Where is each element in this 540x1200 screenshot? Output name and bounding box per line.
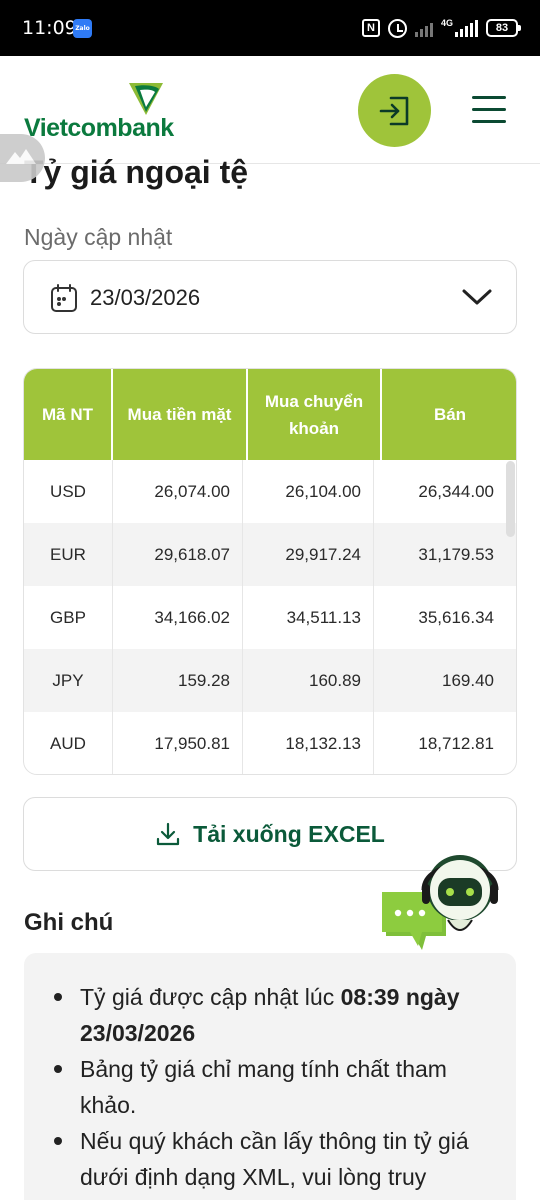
date-value: 23/03/2026: [90, 285, 201, 310]
cash-buy-rate: 29,618.07: [113, 523, 243, 586]
exchange-rate-table: Mã NT Mua tiền mặt Mua chuyển khoản Bán …: [23, 368, 517, 775]
transfer-buy-rate: 29,917.24: [243, 523, 374, 586]
date-label: Ngày cập nhật: [24, 224, 173, 250]
column-header-cash: Mua tiền mặt: [113, 369, 248, 460]
calendar-icon: [51, 284, 77, 312]
logo-mark-icon: [129, 83, 163, 115]
app-header: Vietcombank: [0, 56, 540, 164]
table-row: JPY 159.28 160.89 169.40: [24, 649, 516, 712]
zalo-icon: Zalo: [73, 19, 92, 38]
note-update-text: Tỷ giá được cập nhật lúc: [80, 984, 341, 1010]
transfer-buy-rate: 34,511.13: [243, 586, 374, 649]
note-item: Nếu quý khách cần lấy thông tin tỷ giá d…: [54, 1123, 496, 1195]
status-icons: N 4G 83: [361, 16, 521, 40]
mountain-icon: [6, 149, 36, 164]
currency-code: GBP: [24, 586, 113, 649]
chatbot-icon: [382, 855, 499, 950]
wifi-signal-icon: [414, 19, 433, 37]
login-icon: [379, 96, 408, 125]
sell-rate: 35,616.34: [418, 607, 494, 627]
sell-rate: 26,344.00: [418, 481, 494, 501]
table-header: Mã NT Mua tiền mặt Mua chuyển khoản Bán: [24, 369, 516, 460]
column-header-transfer: Mua chuyển khoản: [248, 369, 382, 460]
cash-buy-rate: 17,950.81: [113, 712, 243, 774]
login-button[interactable]: [358, 74, 431, 147]
transfer-buy-rate: 18,132.13: [243, 712, 374, 774]
transfer-buy-rate: 26,104.00: [243, 460, 374, 523]
vietcombank-logo[interactable]: Vietcombank: [24, 80, 184, 142]
status-bar: 11:09 Zalo N 4G 83: [0, 0, 540, 56]
note-item: Bảng tỷ giá chỉ mang tính chất tham khảo…: [54, 1051, 496, 1123]
alarm-icon: [387, 18, 407, 38]
currency-code: EUR: [24, 523, 113, 586]
page-title: Tỷ giá ngoại tệ: [24, 154, 249, 190]
hamburger-menu-button[interactable]: [470, 94, 510, 126]
battery-icon: 83: [486, 19, 521, 37]
date-select[interactable]: 23/03/2026: [23, 260, 517, 334]
notes-box: Tỷ giá được cập nhật lúc 08:39 ngày 23/0…: [24, 953, 516, 1200]
column-header-sell: Bán: [433, 405, 467, 424]
cash-buy-rate: 159.28: [113, 649, 243, 712]
network-type: 4G: [440, 18, 453, 28]
side-panel-tab[interactable]: [0, 134, 45, 182]
notes-list: Tỷ giá được cập nhật lúc 08:39 ngày 23/0…: [54, 979, 496, 1195]
cash-buy-rate: 34,166.02: [113, 586, 243, 649]
note-item: Tỷ giá được cập nhật lúc 08:39 ngày 23/0…: [54, 979, 496, 1051]
status-time: 11:09: [22, 17, 77, 39]
table-row: AUD 17,950.81 18,132.13 18,712.81: [24, 712, 516, 774]
currency-code: USD: [24, 460, 113, 523]
cell-signal-icon: [455, 19, 478, 37]
sell-rate: 31,179.53: [418, 544, 494, 564]
sell-rate: 18,712.81: [418, 733, 494, 753]
nfc-icon: N: [361, 19, 380, 37]
table-row: EUR 29,618.07 29,917.24 31,179.53: [24, 523, 516, 586]
chevron-down-icon: [462, 289, 492, 305]
currency-code: AUD: [24, 712, 113, 774]
sell-rate: 169.40: [442, 670, 494, 690]
table-body: USD 26,074.00 26,104.00 26,344.00 EUR 29…: [24, 460, 516, 774]
transfer-buy-rate: 160.89: [243, 649, 374, 712]
table-row: GBP 34,166.02 34,511.13 35,616.34: [24, 586, 516, 649]
table-scrollbar[interactable]: [506, 461, 515, 537]
table-row: USD 26,074.00 26,104.00 26,344.00: [24, 460, 516, 523]
download-excel-label: Tải xuống EXCEL: [193, 820, 385, 847]
download-icon: [157, 822, 180, 846]
notes-title: Ghi chú: [24, 909, 114, 936]
brand-name: Vietcombank: [24, 114, 174, 142]
currency-code: JPY: [24, 649, 113, 712]
chatbot-button[interactable]: [380, 840, 525, 958]
column-header-code: Mã NT: [24, 369, 113, 460]
cash-buy-rate: 26,074.00: [113, 460, 243, 523]
